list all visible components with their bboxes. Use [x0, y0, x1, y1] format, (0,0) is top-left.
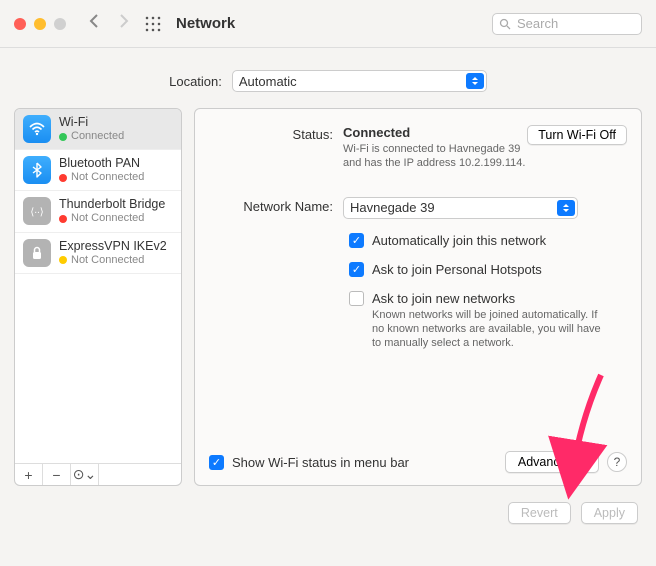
sidebar-item-label: ExpressVPN IKEv2	[59, 239, 167, 254]
status-dot-icon	[59, 256, 67, 264]
status-label: Status:	[209, 125, 333, 171]
help-button[interactable]: ?	[607, 452, 627, 472]
svg-text:⟨∙∙⟩: ⟨∙∙⟩	[30, 207, 43, 218]
location-label: Location:	[169, 74, 222, 89]
window-title: Network	[176, 15, 235, 32]
sidebar-item-wifi[interactable]: Wi-Fi Connected	[15, 109, 181, 150]
search-placeholder: Search	[517, 16, 558, 31]
wifi-icon	[23, 115, 51, 143]
vpn-icon	[23, 239, 51, 267]
status-dot-icon	[59, 215, 67, 223]
status-value: Connected	[343, 125, 410, 140]
search-icon	[499, 18, 511, 30]
sidebar-item-vpn[interactable]: ExpressVPN IKEv2 Not Connected	[15, 233, 181, 274]
detail-panel: Status: Turn Wi-Fi Off Connected Wi-Fi i…	[194, 108, 642, 486]
sidebar-item-thunderbolt[interactable]: ⟨∙∙⟩ Thunderbolt Bridge Not Connected	[15, 191, 181, 232]
ask-new-description: Known networks will be joined automatica…	[372, 308, 602, 351]
sidebar-footer: + − ⊙⌄	[15, 463, 181, 485]
dropdown-arrows-icon	[557, 200, 575, 216]
ask-new-label: Ask to join new networks	[372, 291, 515, 306]
close-window[interactable]	[14, 18, 26, 30]
search-input[interactable]: Search	[492, 13, 642, 35]
dropdown-arrows-icon	[466, 73, 484, 89]
show-all-icon[interactable]	[144, 15, 162, 33]
interface-list: Wi-Fi Connected Bluetooth PAN Not Connec…	[14, 108, 182, 486]
sidebar-item-bluetooth[interactable]: Bluetooth PAN Not Connected	[15, 150, 181, 191]
auto-join-label: Automatically join this network	[372, 233, 546, 248]
sidebar-item-label: Bluetooth PAN	[59, 156, 144, 171]
status-dot-icon	[59, 133, 67, 141]
network-name-value: Havnegade 39	[350, 200, 435, 215]
location-value: Automatic	[239, 74, 297, 89]
remove-interface-button[interactable]: −	[43, 464, 71, 485]
sidebar-item-label: Wi-Fi	[59, 115, 124, 130]
minimize-window[interactable]	[34, 18, 46, 30]
interface-actions-button[interactable]: ⊙⌄	[71, 464, 99, 485]
status-description: Wi-Fi is connected to Havnegade 39 and h…	[343, 142, 627, 171]
status-dot-icon	[59, 174, 67, 182]
page-footer: Revert Apply	[0, 486, 656, 524]
toolbar: Network Search	[0, 0, 656, 48]
show-status-label: Show Wi-Fi status in menu bar	[232, 455, 409, 470]
forward-button[interactable]	[114, 11, 134, 36]
sidebar-item-label: Thunderbolt Bridge	[59, 197, 165, 212]
network-name-label: Network Name:	[209, 197, 333, 219]
thunderbolt-icon: ⟨∙∙⟩	[23, 197, 51, 225]
location-select[interactable]: Automatic	[232, 70, 487, 92]
bluetooth-icon	[23, 156, 51, 184]
toggle-wifi-button[interactable]: Turn Wi-Fi Off	[527, 125, 627, 145]
apply-button[interactable]: Apply	[581, 502, 638, 524]
back-button[interactable]	[84, 11, 104, 36]
network-name-select[interactable]: Havnegade 39	[343, 197, 578, 219]
ask-new-checkbox[interactable]	[349, 291, 364, 306]
main: Wi-Fi Connected Bluetooth PAN Not Connec…	[0, 108, 656, 486]
zoom-window[interactable]	[54, 18, 66, 30]
ask-hotspot-checkbox[interactable]	[349, 262, 364, 277]
auto-join-checkbox[interactable]	[349, 233, 364, 248]
show-status-checkbox[interactable]	[209, 455, 224, 470]
ask-hotspot-label: Ask to join Personal Hotspots	[372, 262, 542, 277]
location-row: Location: Automatic	[0, 48, 656, 108]
revert-button[interactable]: Revert	[508, 502, 571, 524]
add-interface-button[interactable]: +	[15, 464, 43, 485]
window-controls	[14, 18, 66, 30]
advanced-button[interactable]: Advanced…	[505, 451, 599, 473]
